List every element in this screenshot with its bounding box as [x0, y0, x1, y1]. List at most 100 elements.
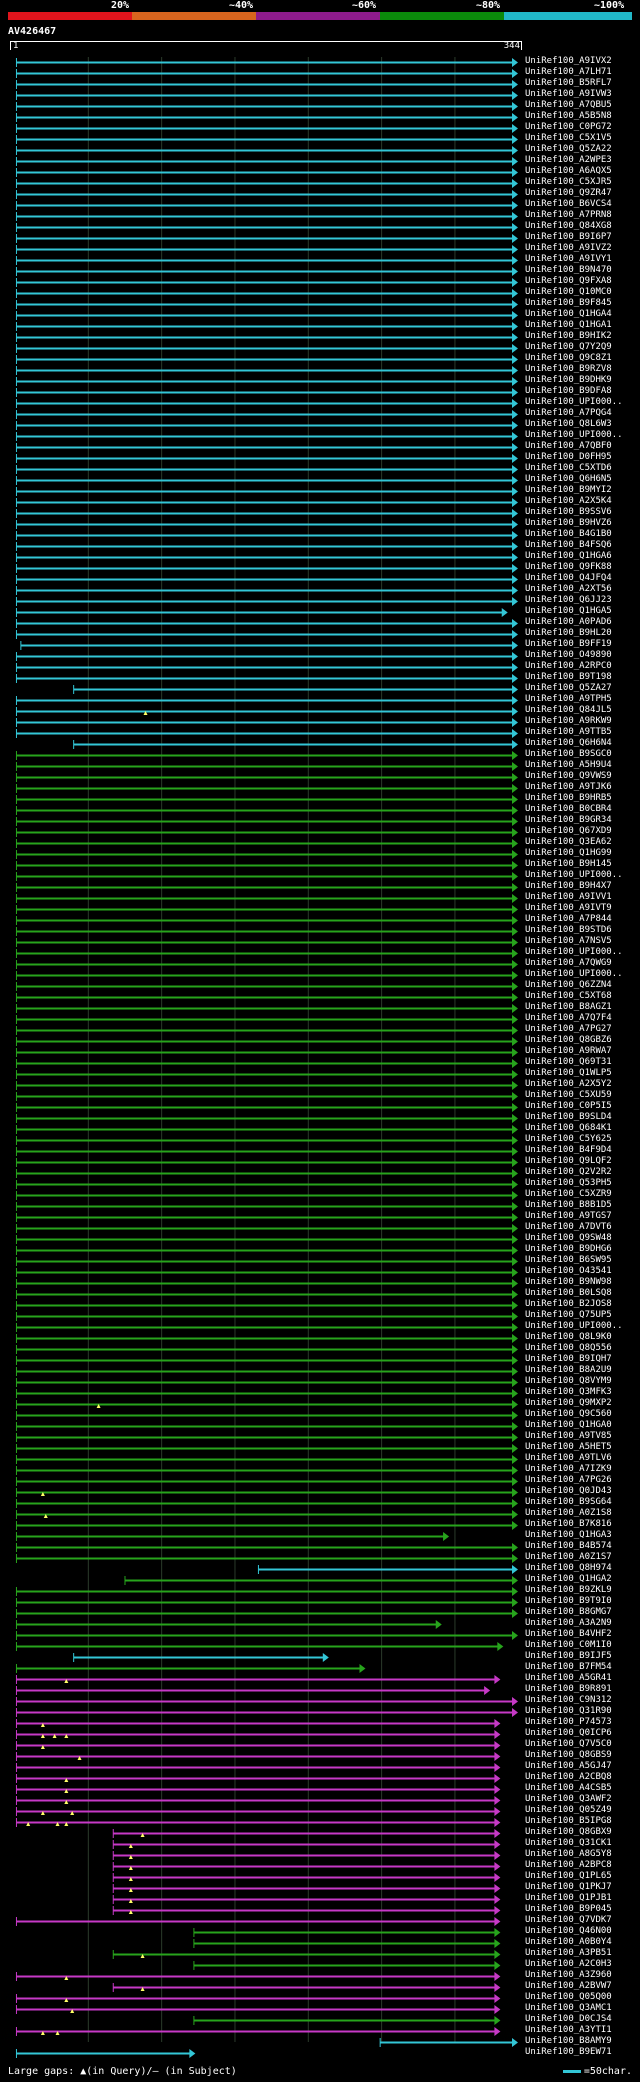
hit-link[interactable]: UniRef100_C5XTD6	[525, 463, 612, 474]
hit-link[interactable]: UniRef100_A2BVW7	[525, 1981, 612, 1992]
hit-link[interactable]: UniRef100_Q1HGA3	[525, 1530, 612, 1541]
hit-link[interactable]: UniRef100_Q8L9K0	[525, 1332, 612, 1343]
hit-link[interactable]: UniRef100_Q9MXP2	[525, 1398, 612, 1409]
hit-link[interactable]: UniRef100_A0B0Y4	[525, 1937, 612, 1948]
hit-link[interactable]: UniRef100_Q69T31	[525, 1057, 612, 1068]
hit-link[interactable]: UniRef100_A3YTI1	[525, 2025, 612, 2036]
hit-link[interactable]: UniRef100_Q8GBZ6	[525, 1035, 612, 1046]
hit-link[interactable]: UniRef100_B9RZV8	[525, 364, 612, 375]
hit-link[interactable]: UniRef100_B9T9I0	[525, 1596, 612, 1607]
hit-link[interactable]: UniRef100_Q9LQF2	[525, 1156, 612, 1167]
hit-link[interactable]: UniRef100_UPI000..	[525, 969, 623, 980]
hit-link[interactable]: UniRef100_A7PG27	[525, 1024, 612, 1035]
hit-link[interactable]: UniRef100_Q8L6W3	[525, 419, 612, 430]
hit-link[interactable]: UniRef100_Q9C560	[525, 1409, 612, 1420]
hit-link[interactable]: UniRef100_A4CSB5	[525, 1783, 612, 1794]
hit-link[interactable]: UniRef100_A7DVT6	[525, 1222, 612, 1233]
hit-link[interactable]: UniRef100_B4G1B0	[525, 529, 612, 540]
hit-link[interactable]: UniRef100_A7NSV5	[525, 936, 612, 947]
hit-link[interactable]: UniRef100_C0PG72	[525, 122, 612, 133]
hit-link[interactable]: UniRef100_A9IVW3	[525, 89, 612, 100]
hit-link[interactable]: UniRef100_A2RPC0	[525, 661, 612, 672]
hit-link[interactable]: UniRef100_B9SG64	[525, 1497, 612, 1508]
hit-link[interactable]: UniRef100_B8B1D5	[525, 1200, 612, 1211]
hit-link[interactable]: UniRef100_Q8GBX9	[525, 1827, 612, 1838]
hit-link[interactable]: UniRef100_A9TPH5	[525, 694, 612, 705]
hit-link[interactable]: UniRef100_Q84JL5	[525, 705, 612, 716]
hit-link[interactable]: UniRef100_B4F9D4	[525, 1145, 612, 1156]
hit-link[interactable]: UniRef100_B8A2U9	[525, 1365, 612, 1376]
hit-link[interactable]: UniRef100_Q5ZA27	[525, 683, 612, 694]
hit-link[interactable]: UniRef100_A7PRN8	[525, 210, 612, 221]
hit-link[interactable]: UniRef100_UPI000..	[525, 947, 623, 958]
hit-link[interactable]: UniRef100_A9IVY1	[525, 254, 612, 265]
hit-link[interactable]: UniRef100_Q1PL65	[525, 1871, 612, 1882]
hit-link[interactable]: UniRef100_B8AGZ1	[525, 1002, 612, 1013]
hit-link[interactable]: UniRef100_Q8Q556	[525, 1343, 612, 1354]
hit-link[interactable]: UniRef100_Q1HGA2	[525, 1574, 612, 1585]
hit-link[interactable]: UniRef100_UPI000..	[525, 397, 623, 408]
hit-link[interactable]: UniRef100_A2X5K4	[525, 496, 612, 507]
hit-link[interactable]: UniRef100_Q84XG8	[525, 221, 612, 232]
hit-link[interactable]: UniRef100_B9F845	[525, 298, 612, 309]
hit-link[interactable]: UniRef100_A9TV85	[525, 1431, 612, 1442]
hit-link[interactable]: UniRef100_A2X5Y2	[525, 1079, 612, 1090]
hit-link[interactable]: UniRef100_C5X1V5	[525, 133, 612, 144]
hit-link[interactable]: UniRef100_B9SLD4	[525, 1112, 612, 1123]
hit-link[interactable]: UniRef100_A7QBU5	[525, 100, 612, 111]
hit-link[interactable]: UniRef100_Q3EA62	[525, 837, 612, 848]
hit-link[interactable]: UniRef100_Q67XD9	[525, 826, 612, 837]
hit-link[interactable]: UniRef100_B9HRB5	[525, 793, 612, 804]
hit-link[interactable]: UniRef100_Q5ZA22	[525, 144, 612, 155]
hit-link[interactable]: UniRef100_Q1PJB1	[525, 1893, 612, 1904]
hit-link[interactable]: UniRef100_Q7VDK7	[525, 1915, 612, 1926]
hit-link[interactable]: UniRef100_A7QBF0	[525, 441, 612, 452]
hit-link[interactable]: UniRef100_B9ZKL9	[525, 1585, 612, 1596]
hit-link[interactable]: UniRef100_Q53PH5	[525, 1178, 612, 1189]
hit-link[interactable]: UniRef100_B8AMY9	[525, 2036, 612, 2047]
hit-link[interactable]: UniRef100_B9DHG6	[525, 1244, 612, 1255]
hit-link[interactable]: UniRef100_Q4JFQ4	[525, 573, 612, 584]
hit-link[interactable]: UniRef100_C9N312	[525, 1695, 612, 1706]
hit-link[interactable]: UniRef100_A2XT56	[525, 584, 612, 595]
hit-link[interactable]: UniRef100_C5XU59	[525, 1090, 612, 1101]
hit-link[interactable]: UniRef100_A7LH71	[525, 67, 612, 78]
hit-link[interactable]: UniRef100_B9GR34	[525, 815, 612, 826]
hit-link[interactable]: UniRef100_A7P844	[525, 914, 612, 925]
hit-link[interactable]: UniRef100_B9HL20	[525, 628, 612, 639]
hit-link[interactable]: UniRef100_C5XJR5	[525, 177, 612, 188]
hit-link[interactable]: UniRef100_B9IQH7	[525, 1354, 612, 1365]
hit-link[interactable]: UniRef100_B9I6P7	[525, 232, 612, 243]
hit-link[interactable]: UniRef100_A3Z960	[525, 1970, 612, 1981]
hit-link[interactable]: UniRef100_A7Q7F4	[525, 1013, 612, 1024]
hit-link[interactable]: UniRef100_A9TGS7	[525, 1211, 612, 1222]
hit-link[interactable]: UniRef100_Q6H6N5	[525, 474, 612, 485]
hit-link[interactable]: UniRef100_B9FF19	[525, 639, 612, 650]
hit-link[interactable]: UniRef100_Q1WLP5	[525, 1068, 612, 1079]
hit-link[interactable]: UniRef100_B9EW71	[525, 2047, 612, 2058]
hit-link[interactable]: UniRef100_A5B5N8	[525, 111, 612, 122]
hit-link[interactable]: UniRef100_B9HVZ6	[525, 518, 612, 529]
hit-link[interactable]: UniRef100_A9RKW9	[525, 716, 612, 727]
hit-link[interactable]: UniRef100_A9IVT9	[525, 903, 612, 914]
hit-link[interactable]: UniRef100_C5XZR9	[525, 1189, 612, 1200]
hit-link[interactable]: UniRef100_B9NW98	[525, 1277, 612, 1288]
hit-link[interactable]: UniRef100_O43541	[525, 1266, 612, 1277]
hit-link[interactable]: UniRef100_UPI000..	[525, 430, 623, 441]
hit-link[interactable]: UniRef100_D0CJS4	[525, 2014, 612, 2025]
hit-link[interactable]: UniRef100_Q9SW48	[525, 1233, 612, 1244]
hit-link[interactable]: UniRef100_B9T198	[525, 672, 612, 683]
hit-link[interactable]: UniRef100_A0Z1S8	[525, 1508, 612, 1519]
hit-link[interactable]: UniRef100_Q8VYM9	[525, 1376, 612, 1387]
hit-link[interactable]: UniRef100_A9TTB5	[525, 727, 612, 738]
hit-link[interactable]: UniRef100_B9P045	[525, 1904, 612, 1915]
hit-link[interactable]: UniRef100_B9DFA8	[525, 386, 612, 397]
hit-link[interactable]: UniRef100_Q9C8Z1	[525, 353, 612, 364]
hit-link[interactable]: UniRef100_A0Z1S7	[525, 1552, 612, 1563]
hit-link[interactable]: UniRef100_UPI000..	[525, 870, 623, 881]
hit-link[interactable]: UniRef100_A6AQX5	[525, 166, 612, 177]
hit-link[interactable]: UniRef100_B9MYI2	[525, 485, 612, 496]
hit-link[interactable]: UniRef100_Q0JD43	[525, 1486, 612, 1497]
hit-link[interactable]: UniRef100_Q9FK88	[525, 562, 612, 573]
hit-link[interactable]: UniRef100_B5IPG8	[525, 1816, 612, 1827]
